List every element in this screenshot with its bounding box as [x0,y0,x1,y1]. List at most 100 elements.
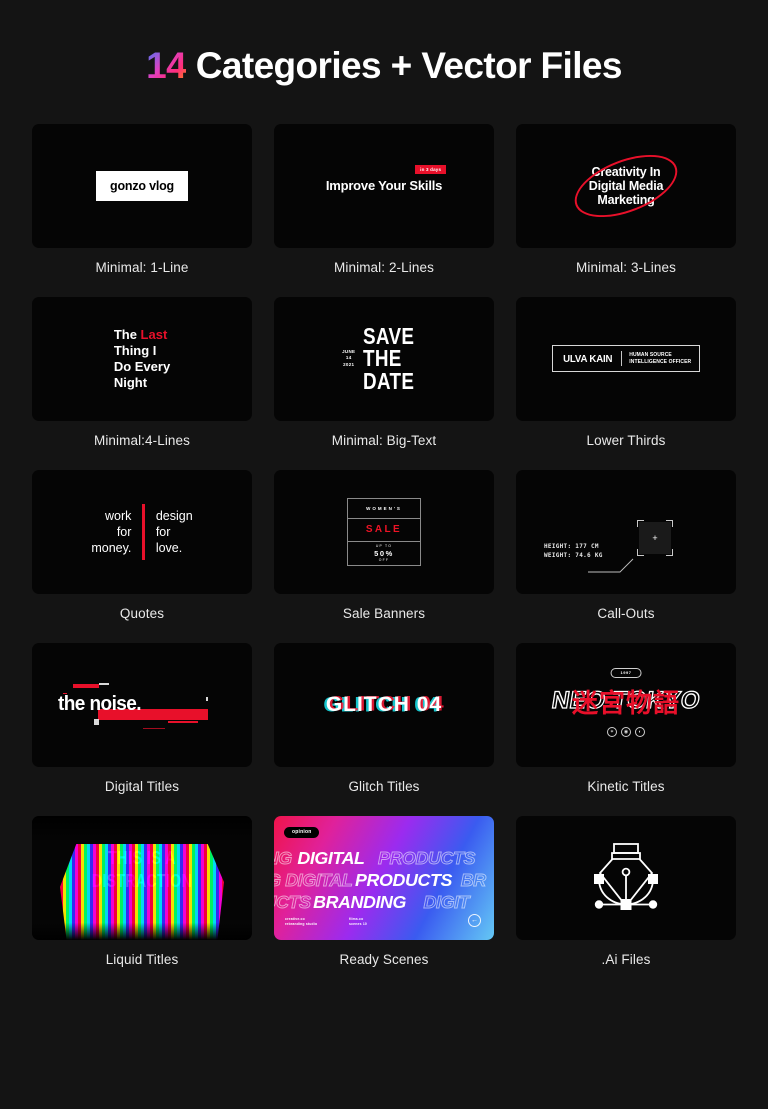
art-minimal-3-lines: Creativity In Digital Media Marketing [516,124,736,248]
category-card-minimal-4-lines[interactable]: The Last Thing I Do Every Night Minimal:… [32,296,252,448]
art-glitch-titles: GLITCH 04 GLITCH 04 GLITCH 04 [274,643,494,767]
kinetic-halfmoon-icon: ◐ [635,726,645,737]
art-wrapper: Improve Your Skills in 3 days [326,165,447,193]
art-line-4: Night [113,374,148,390]
reticle-corner-tl-icon [637,519,644,527]
thumb-minimal-4-lines[interactable]: The Last Thing I Do Every Night [32,296,252,421]
thumb-ai-files[interactable] [516,815,736,940]
art-call-outs: HEIGHT: 177 CM WEIGHT: 74.6 KG + [516,470,736,594]
category-card-sale-banners[interactable]: WOMEN'S SALE UP TO 50% OFF Sale Banners [274,469,494,621]
thumb-digital-titles[interactable]: the noise. [32,642,252,767]
category-card-liquid-titles[interactable]: THIS IS A DISTRACTION Liquid Titles [32,815,252,967]
thumb-minimal-2-lines[interactable]: Improve Your Skills in 3 days [274,123,494,248]
art-quote-left: work for money. [91,508,131,556]
glitch-bar-4 [168,720,198,724]
category-card-quotes[interactable]: work for money. design for love. Quotes [32,469,252,621]
art-opinion-badge: opinion [284,826,320,838]
art-line-1a: The [113,326,141,342]
art-lower-thirds: ULVA KAIN HUMAN SOURCE INTELLIGENCE OFFI… [516,297,736,421]
category-card-minimal-1-line[interactable]: gonzo vlog Minimal: 1-Line [32,123,252,275]
thumb-glitch-titles[interactable]: GLITCH 04 GLITCH 04 GLITCH 04 [274,642,494,767]
art-badge-in-3-days: in 3 days [415,165,447,175]
art-date-month: JUNE [342,348,356,354]
art-lower-third-box: ULVA KAIN HUMAN SOURCE INTELLIGENCE OFFI… [551,345,701,373]
art-left-line-3: money. [91,540,132,555]
art-wrapper: JUNE 14 2021 SAVE THE DATE [342,325,426,393]
art-sale-banners: WOMEN'S SALE UP TO 50% OFF [274,470,494,594]
thumb-sale-banners[interactable]: WOMEN'S SALE UP TO 50% OFF [274,469,494,594]
category-grid: gonzo vlog Minimal: 1-Line Improve Your … [0,123,768,967]
art-ready-scenes: opinion NG DIGITAL PRODUCTS G DIGITAL PR… [274,815,494,940]
caption-ready-scenes: Ready Scenes [339,951,429,967]
caption-ai-files: .Ai Files [601,951,651,967]
thumb-minimal-1-line[interactable]: gonzo vlog [32,123,252,248]
pen-tool-bezier-icon [594,842,658,910]
art-row1-ghost-left: NG [274,847,293,868]
category-card-minimal-big-text[interactable]: JUNE 14 2021 SAVE THE DATE Minimal: Big-… [274,296,494,448]
caption-minimal-big-text: Minimal: Big-Text [331,432,437,448]
page-root: 14 Categories + Vector Files gonzo vlog … [0,0,768,1109]
art-minimal-4-lines: The Last Thing I Do Every Night [32,297,252,421]
category-card-ai-files[interactable]: .Ai Files [516,815,736,967]
art-sale-box: WOMEN'S SALE UP TO 50% OFF [347,497,421,566]
art-sale-row-top: WOMEN'S [348,499,420,519]
art-minimal-2-lines: Improve Your Skills in 3 days [274,124,494,248]
art-text-japanese: 迷宮物語 [571,687,681,718]
thumb-minimal-3-lines[interactable]: Creativity In Digital Media Marketing [516,123,736,248]
art-wrapper: Creativity In Digital Media Marketing [566,142,686,230]
thumb-kinetic-titles[interactable]: 1997 NEO TOKYO 迷宮物語 ✶ ◉ ◐ [516,642,736,767]
glitch-bar-white-1 [99,682,109,686]
art-role-block: HUMAN SOURCE INTELLIGENCE OFFICER [629,352,691,365]
category-card-lower-thirds[interactable]: ULVA KAIN HUMAN SOURCE INTELLIGENCE OFFI… [516,296,736,448]
thumb-ready-scenes[interactable]: opinion NG DIGITAL PRODUCTS G DIGITAL PR… [274,815,494,940]
thumb-quotes[interactable]: work for money. design for love. [32,469,252,594]
art-meta-2b: scenes 10 [349,922,368,927]
category-card-minimal-2-lines[interactable]: Improve Your Skills in 3 days Minimal: 2… [274,123,494,275]
page-title: 14 Categories + Vector Files [0,0,768,87]
art-big-line-1: SAVE [363,322,415,349]
art-right-line-3: love. [155,540,183,555]
caption-liquid-titles: Liquid Titles [105,951,179,967]
art-meta-block-1: creative.co rebranding studio [285,917,317,928]
category-card-call-outs[interactable]: HEIGHT: 177 CM WEIGHT: 74.6 KG + Call-Ou… [516,469,736,621]
callout-target-box: + [637,519,673,556]
caption-glitch-titles: Glitch Titles [348,778,420,794]
category-card-kinetic-titles[interactable]: 1997 NEO TOKYO 迷宮物語 ✶ ◉ ◐ Kinetic Titles [516,642,736,794]
thumb-minimal-big-text[interactable]: JUNE 14 2021 SAVE THE DATE [274,296,494,421]
art-big-line-3: DATE [363,367,415,394]
glitch-bar-5 [143,727,165,730]
art-date-day: 14 [345,355,352,361]
thumb-call-outs[interactable]: HEIGHT: 177 CM WEIGHT: 74.6 KG + [516,469,736,594]
category-card-digital-titles[interactable]: the noise. Digital Titles [32,642,252,794]
art-big-line-2: THE [363,345,403,372]
art-person-name: ULVA KAIN [562,352,613,365]
caption-lower-thirds: Lower Thirds [586,432,666,448]
category-card-minimal-3-lines[interactable]: Creativity In Digital Media Marketing Mi… [516,123,736,275]
art-line-2: Thing I [113,342,157,358]
art-kinetic-icon-row: ✶ ◉ ◐ [607,726,645,737]
art-line-1: The Last [114,327,170,343]
art-row3-ghost-left: UCTS [274,891,311,912]
art-sale-row-bottom: UP TO 50% OFF [348,542,420,565]
thumb-lower-thirds[interactable]: ULVA KAIN HUMAN SOURCE INTELLIGENCE OFFI… [516,296,736,421]
callout-leader-line-icon [588,558,634,573]
category-card-glitch-titles[interactable]: GLITCH 04 GLITCH 04 GLITCH 04 Glitch Tit… [274,642,494,794]
art-quote-right: design for love. [156,508,193,556]
category-card-ready-scenes[interactable]: opinion NG DIGITAL PRODUCTS G DIGITAL PR… [274,815,494,967]
art-quotes: work for money. design for love. [32,470,252,594]
glitch-bar-white-2 [94,718,99,725]
red-ellipse-icon [566,142,686,230]
caption-minimal-1-line: Minimal: 1-Line [95,259,189,275]
caption-call-outs: Call-Outs [597,605,655,621]
art-text-block: The Last Thing I Do Every Night [114,327,170,390]
art-liquid-titles: THIS IS A DISTRACTION [32,815,252,940]
thumb-liquid-titles[interactable]: THIS IS A DISTRACTION [32,815,252,940]
art-minimal-1-line: gonzo vlog [32,124,252,248]
art-date-year: 2021 [343,362,355,368]
reticle-corner-br-icon [666,548,673,556]
caption-quotes: Quotes [119,605,165,621]
title-number: 14 [146,45,187,86]
art-sale-row-mid: SALE [348,519,420,542]
title-rest: Categories + Vector Files [186,45,623,86]
caption-sale-banners: Sale Banners [342,605,426,621]
